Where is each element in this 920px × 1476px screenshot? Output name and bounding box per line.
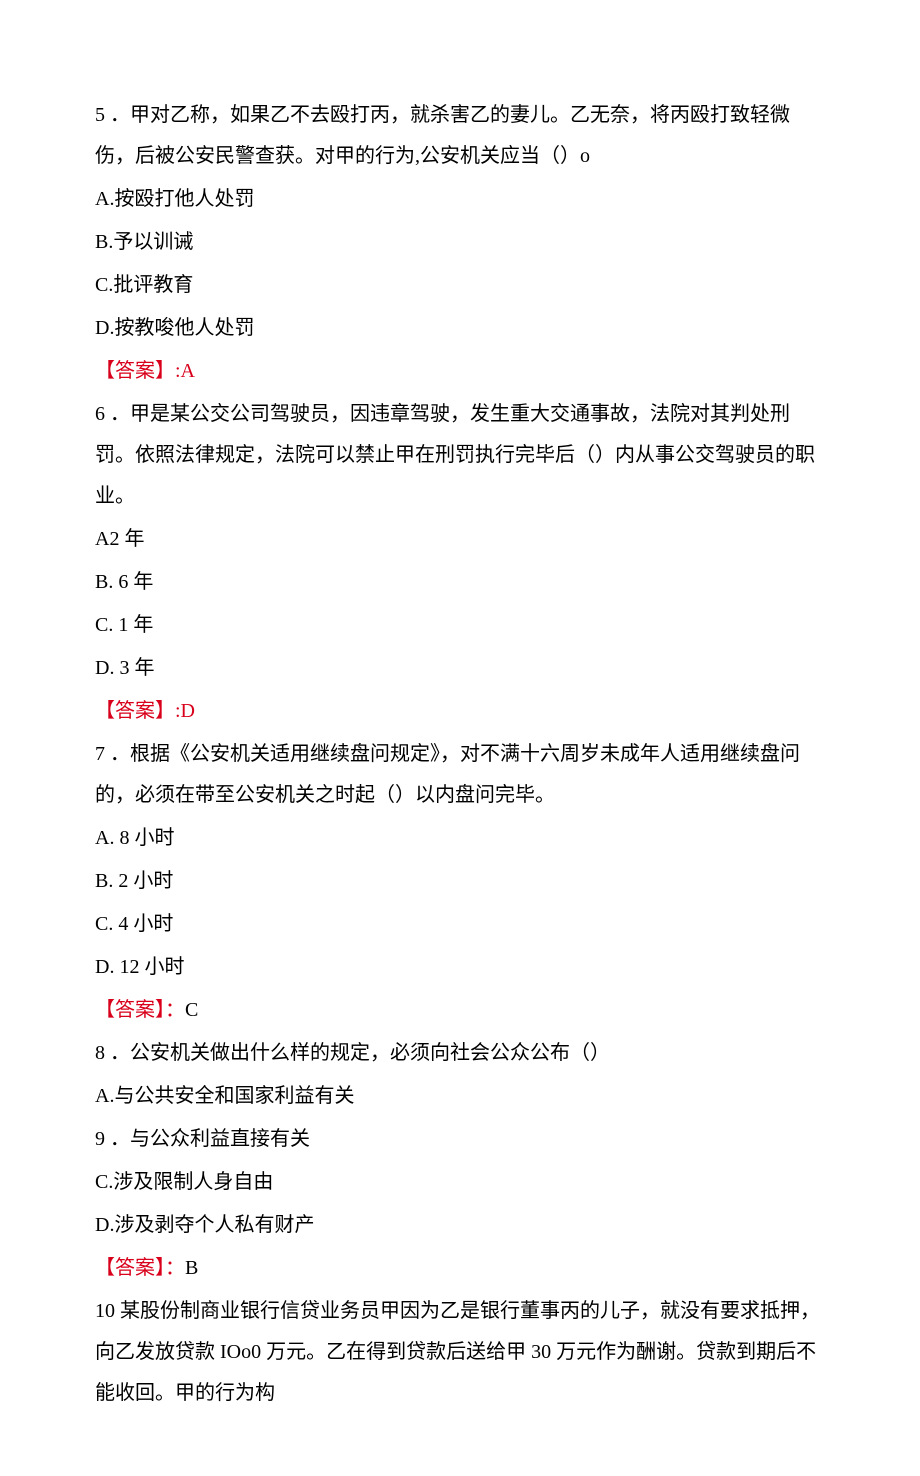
q6-option-b: B. 6 年 — [95, 562, 825, 603]
q5-option-c: C.批评教育 — [95, 265, 825, 306]
q6-option-a: A2 年 — [95, 519, 825, 560]
q7-answer-letter: C — [185, 999, 198, 1021]
q6-option-c: C. 1 年 — [95, 605, 825, 646]
q6-option-d: D. 3 年 — [95, 648, 825, 689]
q7-option-b: B. 2 小时 — [95, 861, 825, 902]
q5-option-d: D.按教唆他人处罚 — [95, 308, 825, 349]
q7-stem: 7 ．根据《公安机关适用继续盘问规定》，对不满十六周岁未成年人适用继续盘问的，必… — [95, 734, 825, 816]
q7-option-d: D. 12 小时 — [95, 947, 825, 988]
q7-option-a: A. 8 小时 — [95, 818, 825, 859]
q8-option-c: C.涉及限制人身自由 — [95, 1162, 825, 1203]
q5-answer: 【答案】:A — [95, 351, 825, 392]
q7-answer-bracket: 【答案】： — [95, 999, 185, 1021]
q8-answer-bracket: 【答案】： — [95, 1257, 185, 1279]
q8-option-a: A.与公共安全和国家利益有关 — [95, 1076, 825, 1117]
q6-answer: 【答案】:D — [95, 691, 825, 732]
q8-answer: 【答案】：B — [95, 1248, 825, 1289]
q5-option-b: B.予以训诫 — [95, 222, 825, 263]
q5-option-a: A.按殴打他人处罚 — [95, 179, 825, 220]
q8-option-b: 9 ．与公众利益直接有关 — [95, 1119, 825, 1160]
page-content: 5 ．甲对乙称，如果乙不去殴打丙，就杀害乙的妻儿。乙无奈，将丙殴打致轻微伤，后被… — [0, 0, 920, 1476]
q10-stem: 10 某股份制商业银行信贷业务员甲因为乙是银行董事丙的儿子，就没有要求抵押，向乙… — [95, 1291, 825, 1414]
q7-answer: 【答案】：C — [95, 990, 825, 1031]
q8-answer-letter: B — [185, 1257, 198, 1279]
q5-stem: 5 ．甲对乙称，如果乙不去殴打丙，就杀害乙的妻儿。乙无奈，将丙殴打致轻微伤，后被… — [95, 95, 825, 177]
q8-option-d: D.涉及剥夺个人私有财产 — [95, 1205, 825, 1246]
q7-option-c: C. 4 小时 — [95, 904, 825, 945]
q8-stem: 8 ．公安机关做出什么样的规定，必须向社会公众公布（） — [95, 1033, 825, 1074]
q6-stem: 6 ．甲是某公交公司驾驶员，因违章驾驶，发生重大交通事故，法院对其判处刑罚。依照… — [95, 394, 825, 517]
